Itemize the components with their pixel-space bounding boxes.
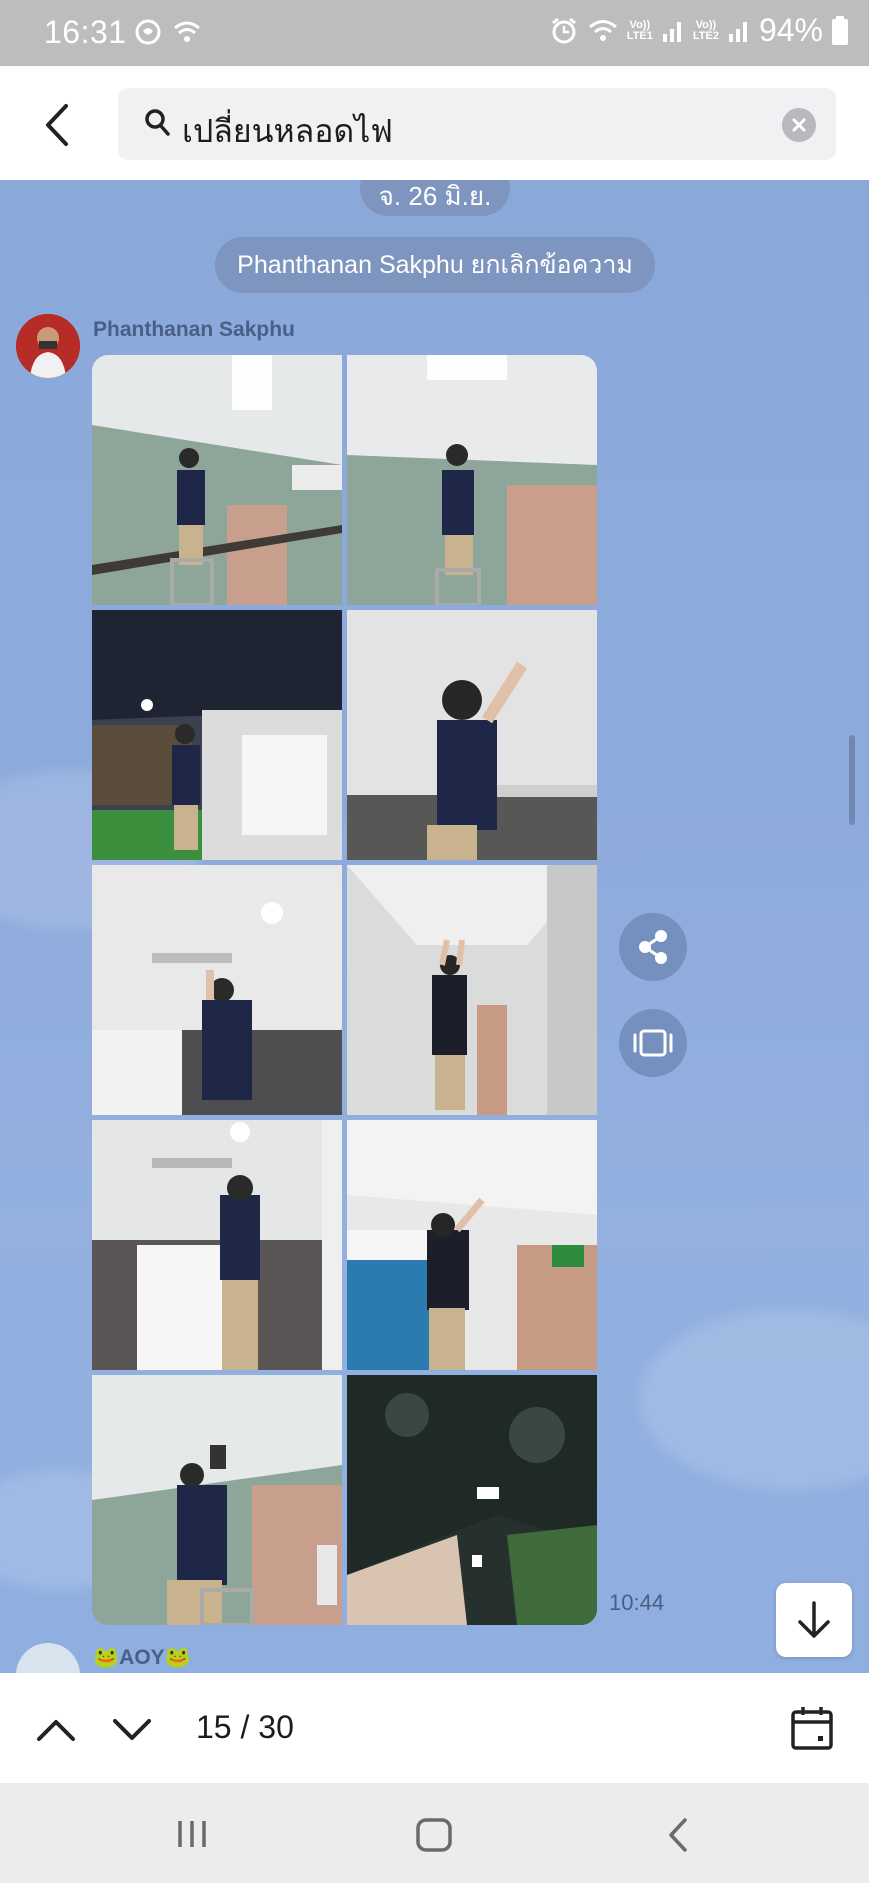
- photo-thumbnail[interactable]: [92, 1375, 342, 1625]
- share-button[interactable]: [619, 913, 687, 981]
- photo-thumbnail[interactable]: [92, 1120, 342, 1370]
- wifi-status-icon: [174, 21, 200, 42]
- clear-button[interactable]: [782, 108, 816, 142]
- status-time: 16:31: [44, 14, 127, 50]
- clear-icon: [792, 118, 806, 132]
- sim2-bottom-label: LTE2: [692, 29, 719, 42]
- share-icon: [639, 930, 667, 964]
- next-avatar[interactable]: [16, 1643, 80, 1673]
- photo-image: [92, 1120, 342, 1370]
- photo-thumbnail[interactable]: [92, 865, 342, 1115]
- photo-image: [347, 865, 597, 1115]
- sender-name: Phanthanan Sakphu: [93, 318, 295, 341]
- sim1-indicator: Vo)) LTE1: [626, 18, 653, 42]
- scrollbar-thumb[interactable]: [849, 735, 855, 825]
- photo-image: [347, 1120, 597, 1370]
- system-navigation-bar: [0, 1783, 869, 1883]
- battery-percent: 94%: [758, 12, 823, 48]
- photo-image: [92, 355, 342, 605]
- photo-grid: [92, 355, 599, 1673]
- search-input[interactable]: เปลี่ยนหลอดไฟ: [118, 88, 836, 160]
- chat-area[interactable]: จ. 26 มิ.ย. Phanthanan Sakphu ยกเลิกข้อค…: [0, 180, 869, 1673]
- sim2-indicator: Vo)) LTE2: [692, 18, 719, 42]
- signal2-icon: [728, 21, 747, 42]
- sim1-bottom-label: LTE1: [626, 29, 653, 42]
- photo-thumbnail[interactable]: [92, 355, 342, 605]
- photo-thumbnail[interactable]: [347, 355, 597, 605]
- arrow-down-icon: [798, 1601, 830, 1638]
- recent-apps-icon[interactable]: [176, 1819, 208, 1849]
- avatar[interactable]: [16, 314, 80, 378]
- alarm-icon: [551, 17, 576, 43]
- photo-image: [92, 865, 342, 1115]
- calendar-icon[interactable]: [790, 1705, 834, 1751]
- status-bar: 16:31 Vo)) LTE1 Vo)) LTE2 94%: [0, 0, 869, 66]
- sim1-top-label: Vo)): [629, 18, 651, 31]
- messenger-notification-icon: [135, 19, 161, 45]
- photo-thumbnail[interactable]: [347, 865, 597, 1115]
- slideshow-icon: [633, 1029, 673, 1057]
- search-result-toolbar: 15 / 30: [0, 1673, 869, 1783]
- system-back-icon[interactable]: [666, 1817, 690, 1853]
- date-chip: จ. 26 มิ.ย.: [360, 180, 510, 216]
- system-message: Phanthanan Sakphu ยกเลิกข้อความ: [215, 237, 655, 293]
- photo-image: [347, 1375, 597, 1625]
- result-counter: 15 / 30: [196, 1709, 294, 1745]
- photo-image: [92, 610, 342, 860]
- scroll-to-bottom-button[interactable]: [776, 1583, 852, 1657]
- avatar-image: [16, 314, 80, 378]
- message-time: 10:44: [609, 1590, 665, 1615]
- search-header: เปลี่ยนหลอดไฟ: [0, 66, 869, 180]
- sim2-top-label: Vo)): [695, 18, 717, 31]
- battery-icon: [832, 15, 848, 45]
- wifi-icon: [588, 19, 617, 41]
- back-arrow-icon[interactable]: [36, 100, 80, 150]
- next-sender-name: 🐸AOY🐸: [93, 1646, 191, 1669]
- search-icon: [145, 109, 170, 136]
- photo-thumbnail[interactable]: [347, 1120, 597, 1370]
- home-icon[interactable]: [416, 1818, 452, 1852]
- chevron-up-icon[interactable]: [34, 1709, 78, 1749]
- signal1-icon: [662, 21, 681, 42]
- photo-image: [347, 355, 597, 605]
- photo-thumbnail[interactable]: [347, 610, 597, 860]
- slideshow-button[interactable]: [619, 1009, 687, 1077]
- search-query-text: เปลี่ยนหลอดไฟ: [182, 113, 393, 149]
- photo-image: [347, 610, 597, 860]
- photo-thumbnail[interactable]: [347, 1375, 597, 1625]
- photo-thumbnail[interactable]: [92, 610, 342, 860]
- chevron-down-icon[interactable]: [110, 1709, 154, 1749]
- photo-image: [92, 1375, 342, 1625]
